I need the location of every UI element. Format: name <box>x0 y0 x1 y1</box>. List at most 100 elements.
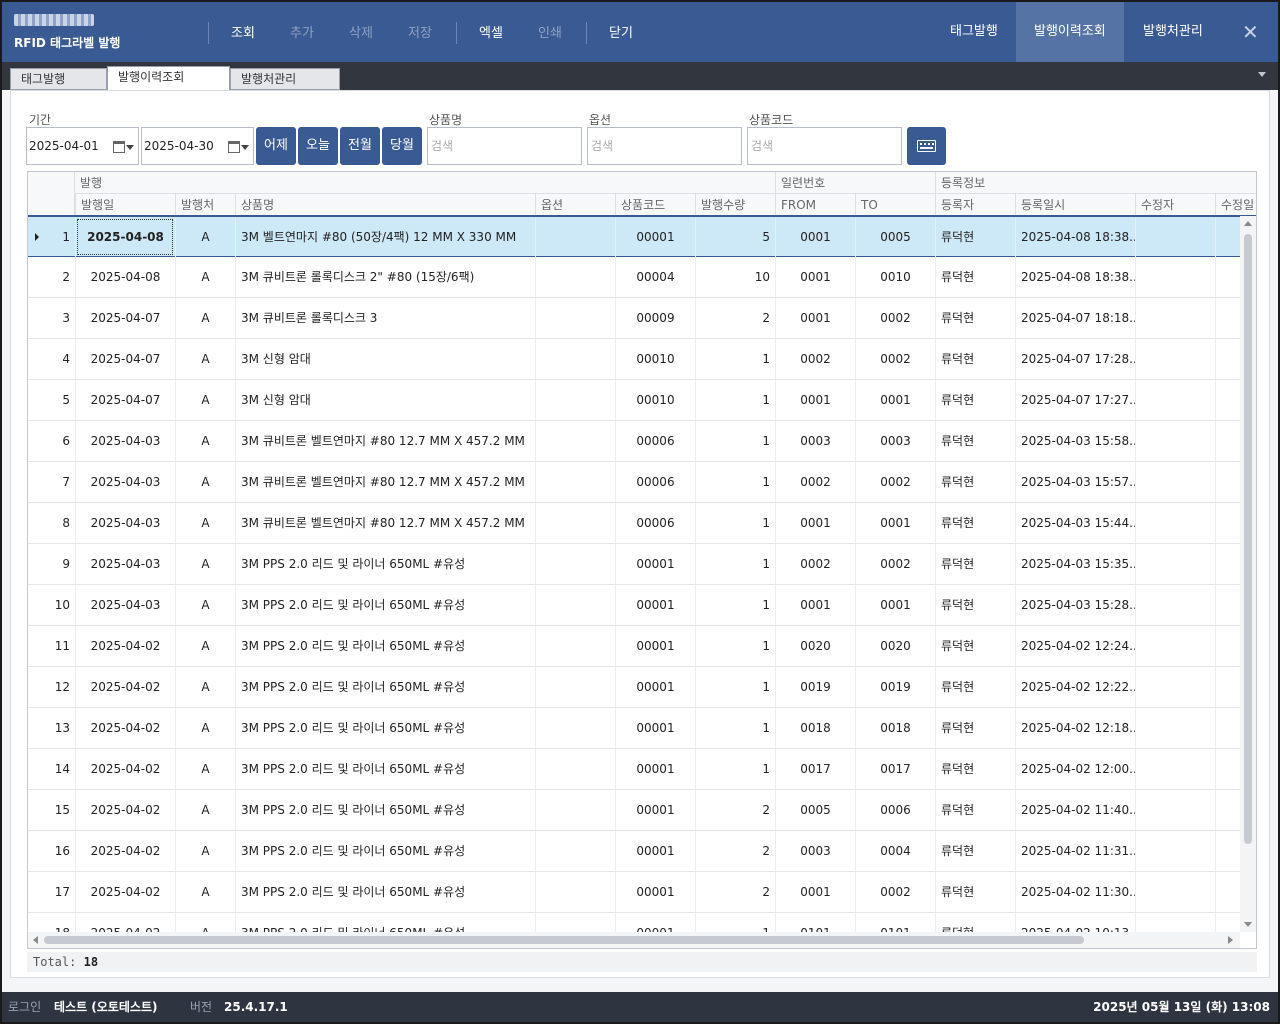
cell-modified-date[interactable] <box>1215 585 1240 625</box>
cell-from[interactable]: 0101 <box>775 913 855 932</box>
cell-reg-datetime[interactable]: 2025-04-02 12:24... <box>1015 626 1135 666</box>
cell-quantity[interactable]: 1 <box>695 462 775 502</box>
cell-from[interactable]: 0001 <box>775 380 855 420</box>
cell-from[interactable]: 0003 <box>775 831 855 871</box>
cell-quantity[interactable]: 2 <box>695 790 775 830</box>
table-row[interactable]: 10 2025-04-03 A 3M PPS 2.0 리드 및 라이너 650ML #… <box>28 585 1240 626</box>
nav-tab-tag-issue[interactable]: 태그발행 <box>932 2 1016 62</box>
cell-modified-date[interactable] <box>1215 217 1240 257</box>
add-button[interactable]: 추가 <box>290 22 314 41</box>
cell-modified-date[interactable] <box>1215 257 1240 297</box>
cell-from[interactable]: 0001 <box>775 257 855 297</box>
table-row[interactable]: 3 2025-04-07 A 3M 큐비트론 롤록디스크 3 00009 2 0001 000… <box>28 298 1240 339</box>
cell-issuer[interactable]: A <box>175 872 235 912</box>
cell-quantity[interactable]: 1 <box>695 913 775 932</box>
cell-from[interactable]: 0001 <box>775 217 855 257</box>
cell-quantity[interactable]: 1 <box>695 667 775 707</box>
cell-option[interactable] <box>535 872 615 912</box>
table-row[interactable]: 7 2025-04-03 A 3M 큐비트론 벨트연마지 #80 12.7 MM X … <box>28 462 1240 503</box>
cell-reg-datetime[interactable]: 2025-04-03 15:35... <box>1015 544 1135 584</box>
cell-quantity[interactable]: 5 <box>695 217 775 257</box>
cell-modified-date[interactable] <box>1215 626 1240 666</box>
cell-reg-datetime[interactable]: 2025-04-03 15:57... <box>1015 462 1135 502</box>
cell-from[interactable]: 0001 <box>775 503 855 543</box>
cell-modifier[interactable] <box>1135 749 1215 789</box>
col-from[interactable]: FROM <box>775 194 855 216</box>
cell-option[interactable] <box>535 667 615 707</box>
table-row[interactable]: 5 2025-04-07 A 3M 신형 암대 00010 1 0001 0001 류덕현 202… <box>28 380 1240 421</box>
query-button[interactable]: 조회 <box>231 22 255 41</box>
cell-issue-date[interactable]: 2025-04-02 <box>75 708 175 748</box>
cell-option[interactable] <box>535 503 615 543</box>
col-issuer[interactable]: 발행처 <box>175 194 235 216</box>
cell-product-code[interactable]: 00009 <box>615 298 695 338</box>
cell-option[interactable] <box>535 585 615 625</box>
cell-product-name[interactable]: 3M 큐비트론 롤록디스크 3 <box>235 298 535 338</box>
cell-product-code[interactable]: 00010 <box>615 380 695 420</box>
cell-issuer[interactable]: A <box>175 503 235 543</box>
cell-option[interactable] <box>535 257 615 297</box>
col-product-code[interactable]: 상품코드 <box>615 194 695 216</box>
cell-product-name[interactable]: 3M PPS 2.0 리드 및 라이너 650ML #유성 <box>235 831 535 871</box>
cell-to[interactable]: 0010 <box>855 257 935 297</box>
cell-modified-date[interactable] <box>1215 708 1240 748</box>
cell-modifier[interactable] <box>1135 831 1215 871</box>
cell-modifier[interactable] <box>1135 503 1215 543</box>
cell-product-name[interactable]: 3M 큐비트론 벨트연마지 #80 12.7 MM X 457.2 MM <box>235 462 535 502</box>
cell-product-name[interactable]: 3M 신형 암대 <box>235 339 535 379</box>
cell-product-code[interactable]: 00001 <box>615 544 695 584</box>
cell-issuer[interactable]: A <box>175 913 235 932</box>
cell-reg-datetime[interactable]: 2025-04-03 15:58... <box>1015 421 1135 461</box>
table-row[interactable]: 6 2025-04-03 A 3M 큐비트론 벨트연마지 #80 12.7 MM X … <box>28 421 1240 462</box>
cell-from[interactable]: 0019 <box>775 667 855 707</box>
cell-product-code[interactable]: 00006 <box>615 421 695 461</box>
scroll-left-icon[interactable] <box>33 936 38 944</box>
cell-product-code[interactable]: 00001 <box>615 626 695 666</box>
cell-issue-date[interactable]: 2025-04-02 <box>75 626 175 666</box>
cell-registrant[interactable]: 류덕현 <box>935 298 1015 338</box>
cell-to[interactable]: 0002 <box>855 544 935 584</box>
cell-from[interactable]: 0001 <box>775 585 855 625</box>
cell-issuer[interactable]: A <box>175 257 235 297</box>
cell-modifier[interactable] <box>1135 298 1215 338</box>
cell-modified-date[interactable] <box>1215 667 1240 707</box>
cell-to[interactable]: 0002 <box>855 298 935 338</box>
cell-product-name[interactable]: 3M 큐비트론 롤록디스크 2" #80 (15장/6팩) <box>235 257 535 297</box>
table-row[interactable]: 16 2025-04-02 A 3M PPS 2.0 리드 및 라이너 650ML #… <box>28 831 1240 872</box>
print-button[interactable]: 인쇄 <box>538 22 562 41</box>
cell-issuer[interactable]: A <box>175 339 235 379</box>
cell-product-code[interactable]: 00001 <box>615 217 695 257</box>
scroll-down-icon[interactable] <box>1244 922 1252 927</box>
table-row[interactable]: 8 2025-04-03 A 3M 큐비트론 벨트연마지 #80 12.7 MM X … <box>28 503 1240 544</box>
cell-reg-datetime[interactable]: 2025-04-07 18:18... <box>1015 298 1135 338</box>
cell-registrant[interactable]: 류덕현 <box>935 257 1015 297</box>
cell-to[interactable]: 0017 <box>855 749 935 789</box>
cell-registrant[interactable]: 류덕현 <box>935 544 1015 584</box>
cell-option[interactable] <box>535 380 615 420</box>
cell-issue-date[interactable]: 2025-04-02 <box>75 667 175 707</box>
cell-issuer[interactable]: A <box>175 462 235 502</box>
cell-from[interactable]: 0018 <box>775 708 855 748</box>
cell-issuer[interactable]: A <box>175 667 235 707</box>
cell-product-name[interactable]: 3M PPS 2.0 리드 및 라이너 650ML #유성 <box>235 790 535 830</box>
cell-product-name[interactable]: 3M PPS 2.0 리드 및 라이너 650ML #유성 <box>235 872 535 912</box>
cell-product-name[interactable]: 3M PPS 2.0 리드 및 라이너 650ML #유성 <box>235 585 535 625</box>
col-option[interactable]: 옵션 <box>535 194 615 216</box>
subtab-history[interactable]: 발행이력조회 <box>107 66 230 90</box>
cell-product-code[interactable]: 00001 <box>615 749 695 789</box>
calendar-icon[interactable] <box>228 141 240 153</box>
cell-from[interactable]: 0002 <box>775 462 855 502</box>
cell-registrant[interactable]: 류덕현 <box>935 667 1015 707</box>
cell-to[interactable]: 0002 <box>855 462 935 502</box>
save-button[interactable]: 저장 <box>408 22 432 41</box>
cell-modified-date[interactable] <box>1215 790 1240 830</box>
cell-to[interactable]: 0018 <box>855 708 935 748</box>
table-row[interactable]: 12 2025-04-02 A 3M PPS 2.0 리드 및 라이너 650ML #… <box>28 667 1240 708</box>
cell-modifier[interactable] <box>1135 339 1215 379</box>
cell-registrant[interactable]: 류덕현 <box>935 380 1015 420</box>
table-row[interactable]: 4 2025-04-07 A 3M 신형 암대 00010 1 0002 0002 류덕현 202… <box>28 339 1240 380</box>
cell-product-name[interactable]: 3M PPS 2.0 리드 및 라이너 650ML #유성 <box>235 544 535 584</box>
col-to[interactable]: TO <box>855 194 935 216</box>
cell-issue-date[interactable]: 2025-04-02 <box>75 913 175 932</box>
cell-reg-datetime[interactable]: 2025-04-08 18:38... <box>1015 257 1135 297</box>
